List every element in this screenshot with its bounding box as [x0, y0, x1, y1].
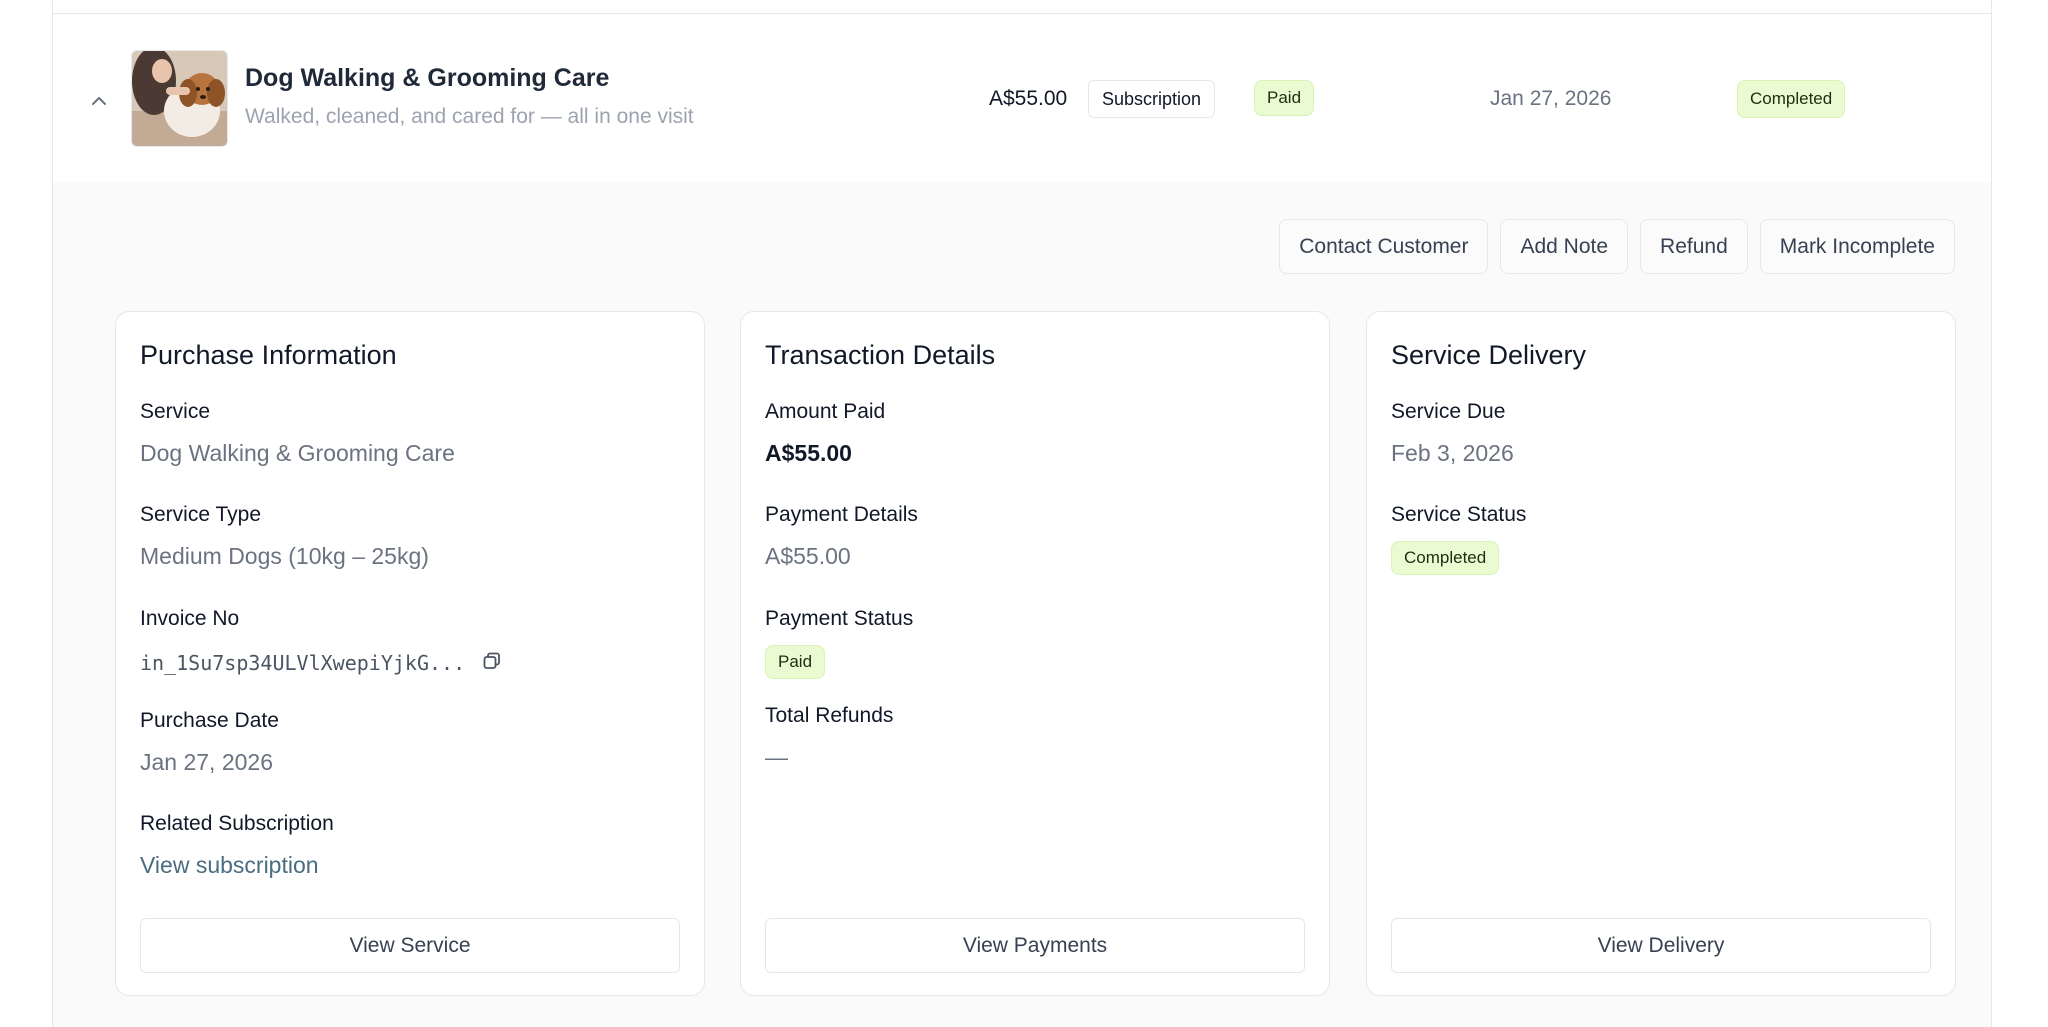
field-label: Total Refunds — [765, 704, 894, 727]
field-value: Completed — [1391, 541, 1931, 575]
service-delivery-card: Service Delivery Service Due Feb 3, 2026… — [1366, 311, 1956, 996]
order-type-badge: Subscription — [1088, 80, 1216, 118]
order-row[interactable]: Dog Walking & Grooming Care Walked, clea… — [53, 14, 1991, 182]
field-label: Service Type — [140, 503, 262, 526]
service-field: Service Dog Walking & Grooming Care — [140, 400, 680, 467]
field-label: Invoice No — [140, 607, 240, 630]
field-value: Jan 27, 2026 — [140, 749, 274, 775]
copy-icon[interactable] — [483, 651, 501, 675]
service-status-badge: Completed — [1391, 541, 1500, 575]
field-label: Service Due — [1391, 400, 1506, 423]
invoice-value: in_1Su7sp34ULVlXwepiYjkG... — [140, 651, 680, 675]
service-subtitle: Walked, cleaned, and cared for — all in … — [245, 105, 694, 128]
payment-status-cell: Paid — [1254, 80, 1315, 116]
view-delivery-button[interactable]: View Delivery — [1391, 918, 1931, 973]
field-value: Dog Walking & Grooming Care — [140, 440, 455, 466]
field-value: Paid — [765, 645, 1305, 679]
service-due-field: Service Due Feb 3, 2026 — [1391, 400, 1931, 467]
field-label: Amount Paid — [765, 400, 886, 423]
chevron-up-icon[interactable] — [87, 89, 111, 113]
order-date: Jan 27, 2026 — [1490, 87, 1612, 110]
payment-status-field: Payment Status Paid — [765, 607, 1305, 679]
field-label: Related Subscription — [140, 812, 334, 835]
transaction-details-card: Transaction Details Amount Paid A$55.00 … — [740, 311, 1330, 996]
service-title: Dog Walking & Grooming Care — [245, 64, 610, 92]
card-title: Service Delivery — [1391, 340, 1587, 370]
refund-button[interactable]: Refund — [1640, 219, 1748, 274]
amount-paid-field: Amount Paid A$55.00 — [765, 400, 1305, 467]
field-label: Service Status — [1391, 503, 1527, 526]
card-title: Purchase Information — [140, 340, 397, 370]
mark-incomplete-button[interactable]: Mark Incomplete — [1759, 219, 1955, 274]
purchase-date-field: Purchase Date Jan 27, 2026 — [140, 709, 680, 776]
order-details-panel: Contact Customer Add Note Refund Mark In… — [53, 182, 1991, 1027]
invoice-field: Invoice No in_1Su7sp34ULVlXwepiYjkG... — [140, 607, 680, 675]
field-value: Feb 3, 2026 — [1391, 440, 1514, 466]
field-value: A$55.00 — [765, 543, 851, 569]
action-toolbar: Contact Customer Add Note Refund Mark In… — [1279, 219, 1955, 274]
field-label: Service — [140, 400, 211, 423]
contact-customer-button[interactable]: Contact Customer — [1279, 219, 1489, 274]
add-note-button[interactable]: Add Note — [1500, 219, 1629, 274]
card-title: Transaction Details — [765, 340, 996, 370]
service-type-field: Service Type Medium Dogs (10kg – 25kg) — [140, 503, 680, 570]
field-label: Payment Details — [765, 503, 918, 526]
field-value: — — [765, 744, 788, 770]
related-subscription-field: Related Subscription View subscription — [140, 812, 680, 879]
field-label: Payment Status — [765, 607, 914, 630]
field-value: Medium Dogs (10kg – 25kg) — [140, 543, 429, 569]
payment-details-field: Payment Details A$55.00 — [765, 503, 1305, 570]
service-status-field: Service Status Completed — [1391, 503, 1931, 575]
view-subscription-link[interactable]: View subscription — [140, 852, 680, 879]
view-service-button[interactable]: View Service — [140, 918, 680, 973]
total-refunds-field: Total Refunds — — [765, 704, 1305, 771]
service-status-badge: Completed — [1737, 80, 1846, 118]
service-thumbnail — [131, 50, 228, 147]
field-value: A$55.00 — [765, 440, 852, 466]
order-amount: A$55.00 — [989, 87, 1068, 110]
payment-status-badge: Paid — [765, 645, 826, 679]
purchase-information-card: Purchase Information Service Dog Walking… — [115, 311, 705, 996]
field-label: Purchase Date — [140, 709, 279, 732]
order-list-frame: Dog Walking & Grooming Care Walked, clea… — [52, 0, 1992, 1027]
service-status-cell: Completed — [1737, 80, 1846, 118]
view-payments-button[interactable]: View Payments — [765, 918, 1305, 973]
payment-status-badge: Paid — [1254, 80, 1315, 116]
invoice-number: in_1Su7sp34ULVlXwepiYjkG... — [140, 651, 466, 675]
